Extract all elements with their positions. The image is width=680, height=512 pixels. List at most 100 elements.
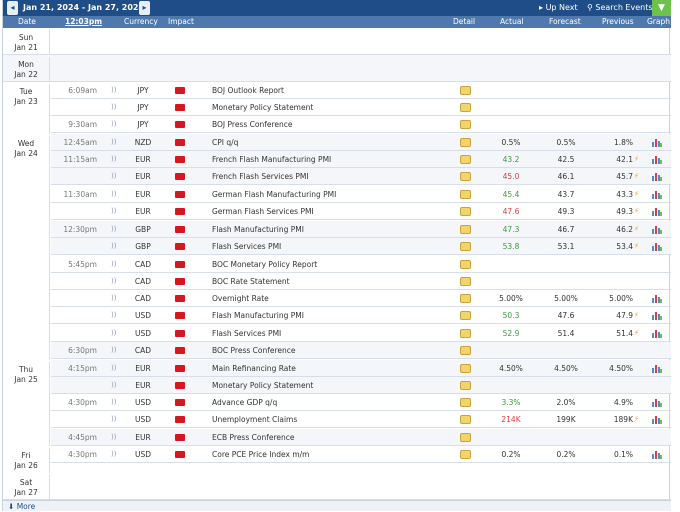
event-row[interactable]: 12:30pm)) GBP Flash Manufacturing PMI 47.3 4… [51, 221, 671, 238]
detail-folder-icon[interactable] [460, 346, 471, 355]
detail-folder-icon[interactable] [460, 381, 471, 390]
event-row[interactable]: 4:30pm)) USD Advance GDP q/q 3.3% 2.0% 4.9% [51, 394, 671, 411]
event-title[interactable]: Monetary Policy Statement [212, 99, 313, 116]
bar-graph-icon[interactable] [652, 398, 662, 407]
bar-graph-icon[interactable] [652, 138, 662, 147]
event-row[interactable]: 12:45am)) NZD CPI q/q 0.5% 0.5% 1.8% [51, 134, 671, 151]
event-row[interactable]: 11:15am)) EUR French Flash Manufacturing P… [51, 151, 671, 168]
event-row[interactable]: 5:45pm)) CAD BOC Monetary Policy Report [51, 256, 671, 273]
event-row[interactable]: )) EUR German Flash Services PMI 47.6 49.3 49… [51, 203, 671, 220]
event-row[interactable]: 11:30am)) EUR German Flash Manufacturing P… [51, 186, 671, 203]
event-row[interactable]: )) USD Flash Manufacturing PMI 50.3 47.6 47.9… [51, 307, 671, 324]
bar-graph-icon[interactable] [652, 172, 662, 181]
event-row[interactable]: 4:15pm)) EUR Main Refinancing Rate 4.50% 4.5… [51, 360, 671, 377]
detail-folder-icon[interactable] [460, 364, 471, 373]
bar-graph-icon[interactable] [652, 294, 662, 303]
detail-folder-icon[interactable] [460, 311, 471, 320]
bar-graph-icon[interactable] [652, 450, 662, 459]
detail-folder-icon[interactable] [460, 294, 471, 303]
sound-icon[interactable]: )) [111, 203, 119, 220]
sound-icon[interactable]: )) [111, 394, 119, 411]
event-title[interactable]: CPI q/q [212, 134, 238, 151]
more-link[interactable]: ⬇ More [3, 500, 671, 511]
bar-graph-icon[interactable] [652, 415, 662, 424]
sound-icon[interactable]: )) [111, 273, 119, 290]
event-row[interactable]: )) JPY Monetary Policy Statement [51, 99, 671, 116]
event-row[interactable]: )) CAD BOC Rate Statement [51, 273, 671, 290]
sound-icon[interactable]: )) [111, 99, 119, 116]
event-title[interactable]: BOJ Outlook Report [212, 82, 284, 99]
event-title[interactable]: French Flash Services PMI [212, 168, 309, 185]
event-title[interactable]: ECB Press Conference [212, 429, 295, 446]
bar-graph-icon[interactable] [652, 225, 662, 234]
bar-graph-icon[interactable] [652, 155, 662, 164]
bar-graph-icon[interactable] [652, 311, 662, 320]
event-row[interactable]: )) USD Unemployment Claims 214K 199K 189K ⚡ [51, 411, 671, 428]
event-row[interactable]: )) USD Flash Services PMI 52.9 51.4 51.4 ⚡ [51, 325, 671, 342]
event-title[interactable]: Flash Services PMI [212, 325, 281, 342]
sound-icon[interactable]: )) [111, 429, 119, 446]
event-row[interactable]: )) EUR Monetary Policy Statement [51, 377, 671, 394]
sound-icon[interactable]: )) [111, 134, 119, 151]
detail-folder-icon[interactable] [460, 120, 471, 129]
detail-folder-icon[interactable] [460, 155, 471, 164]
sound-icon[interactable]: )) [111, 325, 119, 342]
event-row[interactable]: 6:09am)) JPY BOJ Outlook Report [51, 82, 671, 99]
sound-icon[interactable]: )) [111, 151, 119, 168]
bar-graph-icon[interactable] [652, 364, 662, 373]
event-row[interactable]: 4:45pm)) EUR ECB Press Conference [51, 429, 671, 446]
event-title[interactable]: Flash Manufacturing PMI [212, 221, 304, 238]
sound-icon[interactable]: )) [111, 411, 119, 428]
bar-graph-icon[interactable] [652, 329, 662, 338]
event-title[interactable]: Core PCE Price Index m/m [212, 446, 309, 463]
event-title[interactable]: BOC Press Conference [212, 342, 296, 359]
bar-graph-icon[interactable] [652, 242, 662, 251]
sound-icon[interactable]: )) [111, 377, 119, 394]
detail-folder-icon[interactable] [460, 190, 471, 199]
sound-icon[interactable]: )) [111, 360, 119, 377]
bar-graph-icon[interactable] [652, 207, 662, 216]
detail-folder-icon[interactable] [460, 415, 471, 424]
detail-folder-icon[interactable] [460, 86, 471, 95]
sound-icon[interactable]: )) [111, 290, 119, 307]
detail-folder-icon[interactable] [460, 138, 471, 147]
sound-icon[interactable]: )) [111, 116, 119, 133]
detail-folder-icon[interactable] [460, 225, 471, 234]
event-title[interactable]: Overnight Rate [212, 290, 269, 307]
event-row[interactable]: 6:30pm)) CAD BOC Press Conference [51, 342, 671, 359]
event-title[interactable]: German Flash Services PMI [212, 203, 314, 220]
prev-week-button[interactable]: ◂ [7, 1, 18, 15]
event-title[interactable]: French Flash Manufacturing PMI [212, 151, 331, 168]
filter-button[interactable]: ▼ [652, 0, 671, 16]
event-title[interactable]: BOC Monetary Policy Report [212, 256, 317, 273]
detail-folder-icon[interactable] [460, 260, 471, 269]
event-title[interactable]: German Flash Manufacturing PMI [212, 186, 336, 203]
sound-icon[interactable]: )) [111, 221, 119, 238]
event-row[interactable]: )) GBP Flash Services PMI 53.8 53.1 53.4 ⚡ [51, 238, 671, 255]
detail-folder-icon[interactable] [460, 172, 471, 181]
event-row[interactable]: 9:30am)) JPY BOJ Press Conference [51, 116, 671, 133]
event-row[interactable]: )) CAD Overnight Rate 5.00% 5.00% 5.00% [51, 290, 671, 307]
detail-folder-icon[interactable] [460, 277, 471, 286]
event-title[interactable]: Main Refinancing Rate [212, 360, 296, 377]
event-row[interactable]: 4:30pm)) USD Core PCE Price Index m/m 0.2% 0… [51, 446, 671, 463]
sound-icon[interactable]: )) [111, 307, 119, 324]
sound-icon[interactable]: )) [111, 168, 119, 185]
detail-folder-icon[interactable] [460, 242, 471, 251]
sound-icon[interactable]: )) [111, 238, 119, 255]
search-events-button[interactable]: ⚲ Search Events [587, 0, 653, 16]
detail-folder-icon[interactable] [460, 450, 471, 459]
bar-graph-icon[interactable] [652, 190, 662, 199]
detail-folder-icon[interactable] [460, 103, 471, 112]
header-time[interactable]: 12:03pm [65, 16, 102, 28]
event-title[interactable]: Advance GDP q/q [212, 394, 277, 411]
detail-folder-icon[interactable] [460, 398, 471, 407]
event-title[interactable]: BOJ Press Conference [212, 116, 293, 133]
sound-icon[interactable]: )) [111, 342, 119, 359]
event-title[interactable]: BOC Rate Statement [212, 273, 290, 290]
sound-icon[interactable]: )) [111, 446, 119, 463]
sound-icon[interactable]: )) [111, 256, 119, 273]
event-row[interactable]: )) EUR French Flash Services PMI 45.0 46.1 45… [51, 168, 671, 185]
event-title[interactable]: Flash Manufacturing PMI [212, 307, 304, 324]
sound-icon[interactable]: )) [111, 82, 119, 99]
